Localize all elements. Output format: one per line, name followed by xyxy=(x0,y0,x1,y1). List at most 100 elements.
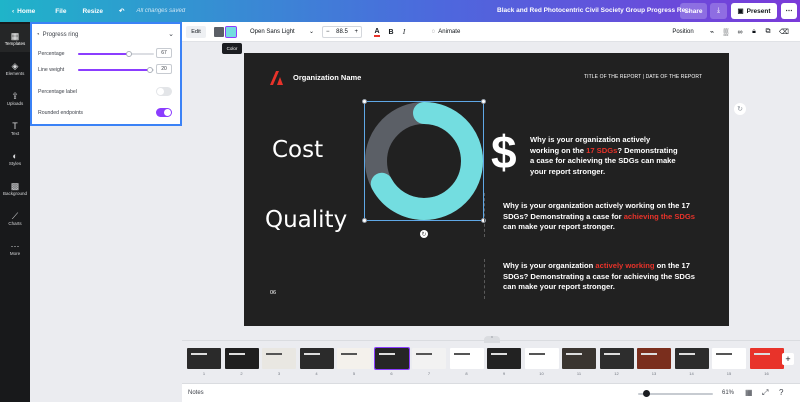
progress-ring-icon: ◔ xyxy=(36,32,40,38)
italic-icon[interactable]: I xyxy=(400,26,408,38)
font-family-select[interactable]: Open Sans Light ⌄ xyxy=(248,26,318,38)
color-swatch-track[interactable] xyxy=(214,27,224,37)
animate-button[interactable]: ◌ Animate xyxy=(423,26,469,38)
resize-handle[interactable] xyxy=(362,218,367,223)
page-thumbnail[interactable] xyxy=(749,348,784,369)
position-button[interactable]: Position xyxy=(668,26,698,38)
resize-button[interactable]: Resize xyxy=(82,8,103,15)
line-weight-slider-handle[interactable] xyxy=(147,67,154,73)
page-thumbnail[interactable] xyxy=(373,347,410,370)
styles-icon: ◐ xyxy=(12,150,18,161)
cost-heading[interactable]: Cost xyxy=(272,137,323,163)
percentage-input[interactable]: 67 xyxy=(156,48,172,58)
panel-header[interactable]: ◔ Progress ring ⌄ xyxy=(36,28,174,42)
resize-handle[interactable] xyxy=(481,99,486,104)
organization-logo-icon xyxy=(270,71,283,85)
page-number-label: 12 xyxy=(614,371,619,376)
rail-charts[interactable]: ⟋ Charts xyxy=(0,204,30,232)
report-title-date[interactable]: TITLE OF THE REPORT | DATE OF THE REPORT xyxy=(584,74,702,80)
page-number-label: 9 xyxy=(502,371,506,376)
help-icon[interactable]: ? xyxy=(779,388,783,397)
more-options-button[interactable]: ⋯ xyxy=(781,3,797,19)
page-thumbnail[interactable] xyxy=(524,348,559,369)
organization-name[interactable]: Organization Name xyxy=(293,73,361,82)
page-number-label: 4 xyxy=(315,371,318,376)
rail-uploads[interactable]: ⇪ Uploads xyxy=(0,84,30,112)
rounded-endpoints-toggle[interactable] xyxy=(156,108,172,117)
text-block-2[interactable]: Why is your organization actively workin… xyxy=(503,201,703,233)
rounded-endpoints-label: Rounded endpoints xyxy=(38,110,83,116)
color-tooltip: Color xyxy=(222,43,242,54)
rail-elements[interactable]: ◈ Elements xyxy=(0,54,30,82)
page-thumbnail[interactable] xyxy=(562,348,596,369)
page-thumbnail[interactable] xyxy=(299,348,334,369)
rail-templates[interactable]: ▦ Templates xyxy=(0,24,30,52)
line-weight-input[interactable]: 20 xyxy=(156,64,172,74)
zoom-level[interactable]: 61% xyxy=(722,390,734,396)
page-thumbnail[interactable] xyxy=(637,348,671,369)
home-button[interactable]: ‹ Home xyxy=(12,8,35,15)
resize-handle[interactable] xyxy=(362,99,367,104)
lock-icon[interactable]: 🔒︎ xyxy=(749,26,759,38)
page-thumbnail[interactable] xyxy=(337,348,371,369)
text-block-3[interactable]: Why is your organization actively workin… xyxy=(503,261,703,293)
line-weight-slider[interactable] xyxy=(78,67,154,73)
text-block-1[interactable]: Why is your organization actively workin… xyxy=(530,135,680,177)
link-icon[interactable]: ∞ xyxy=(735,26,745,38)
page-thumbnail[interactable] xyxy=(674,348,709,369)
dollar-symbol[interactable]: $ xyxy=(491,127,517,177)
bold-icon[interactable]: B xyxy=(387,26,395,38)
present-button[interactable]: ▣ Present xyxy=(731,3,777,19)
thumbnail-preview-line xyxy=(378,353,395,355)
transparency-icon[interactable]: ▒ xyxy=(721,26,731,38)
upload-icon: ⇪ xyxy=(11,90,19,101)
page-thumbnail[interactable] xyxy=(262,348,296,369)
page-thumbnail[interactable] xyxy=(449,348,484,369)
edit-button[interactable]: Edit xyxy=(186,26,206,38)
download-button[interactable]: ⤓ xyxy=(710,3,727,19)
text-color-icon[interactable]: A xyxy=(372,26,382,38)
document-title[interactable]: Black and Red Photocentric Civil Society… xyxy=(497,7,691,14)
page-number-label: 16 xyxy=(764,371,769,376)
rail-styles[interactable]: ◐ Styles xyxy=(0,144,30,172)
percentage-slider[interactable] xyxy=(78,51,154,57)
font-size-stepper[interactable]: − 88.5 + xyxy=(322,26,362,38)
more-icon: ⋯ xyxy=(785,8,793,15)
percentage-slider-handle[interactable] xyxy=(125,51,132,57)
duplicate-icon[interactable]: ⧉ xyxy=(763,26,773,38)
percentage-label-toggle[interactable] xyxy=(156,87,172,96)
quality-heading[interactable]: Quality xyxy=(265,207,347,233)
minus-icon[interactable]: − xyxy=(326,29,330,35)
grid-view-icon[interactable]: ▦ xyxy=(745,388,753,397)
fullscreen-icon[interactable]: ⤢ xyxy=(762,388,768,398)
delete-icon[interactable]: ⌫ xyxy=(779,26,789,38)
rail-background[interactable]: ▩ Background xyxy=(0,174,30,202)
page-thumbnail[interactable] xyxy=(487,348,521,369)
slide-canvas[interactable]: Organization Name TITLE OF THE REPORT | … xyxy=(244,53,729,326)
zoom-slider-handle[interactable] xyxy=(643,390,650,397)
page-number-label: 11 xyxy=(576,371,582,376)
page-number-label: 2 xyxy=(240,371,243,376)
page-thumbnail[interactable] xyxy=(224,348,259,369)
animate-icon: ◌ xyxy=(431,29,436,35)
refresh-icon[interactable]: ↻ xyxy=(734,103,746,115)
chevron-up-icon[interactable]: ⌃ xyxy=(484,336,500,343)
page-thumbnail[interactable] xyxy=(187,348,221,369)
rotate-handle-icon[interactable]: ↻ xyxy=(420,230,428,238)
plus-icon[interactable]: + xyxy=(354,29,358,35)
notes-button[interactable]: Notes xyxy=(188,390,204,396)
page-thumbnail[interactable] xyxy=(599,348,634,369)
color-swatch-ring[interactable] xyxy=(225,26,237,38)
share-button[interactable]: Share xyxy=(680,3,707,19)
undo-icon[interactable]: ↶ xyxy=(119,7,124,15)
page-thumbnail[interactable] xyxy=(412,348,446,369)
rail-more[interactable]: ⋯ More xyxy=(0,234,30,262)
rail-text[interactable]: T Text xyxy=(0,114,30,142)
page-number[interactable]: 06 xyxy=(270,290,276,296)
thumbnail-preview-line xyxy=(341,353,357,355)
page-thumbnail[interactable] xyxy=(712,348,746,369)
file-menu[interactable]: File xyxy=(55,8,66,15)
paint-format-icon[interactable]: ⌁ xyxy=(707,26,717,38)
add-page-icon[interactable]: + xyxy=(782,353,794,365)
thumbnail-preview-line xyxy=(641,353,657,355)
